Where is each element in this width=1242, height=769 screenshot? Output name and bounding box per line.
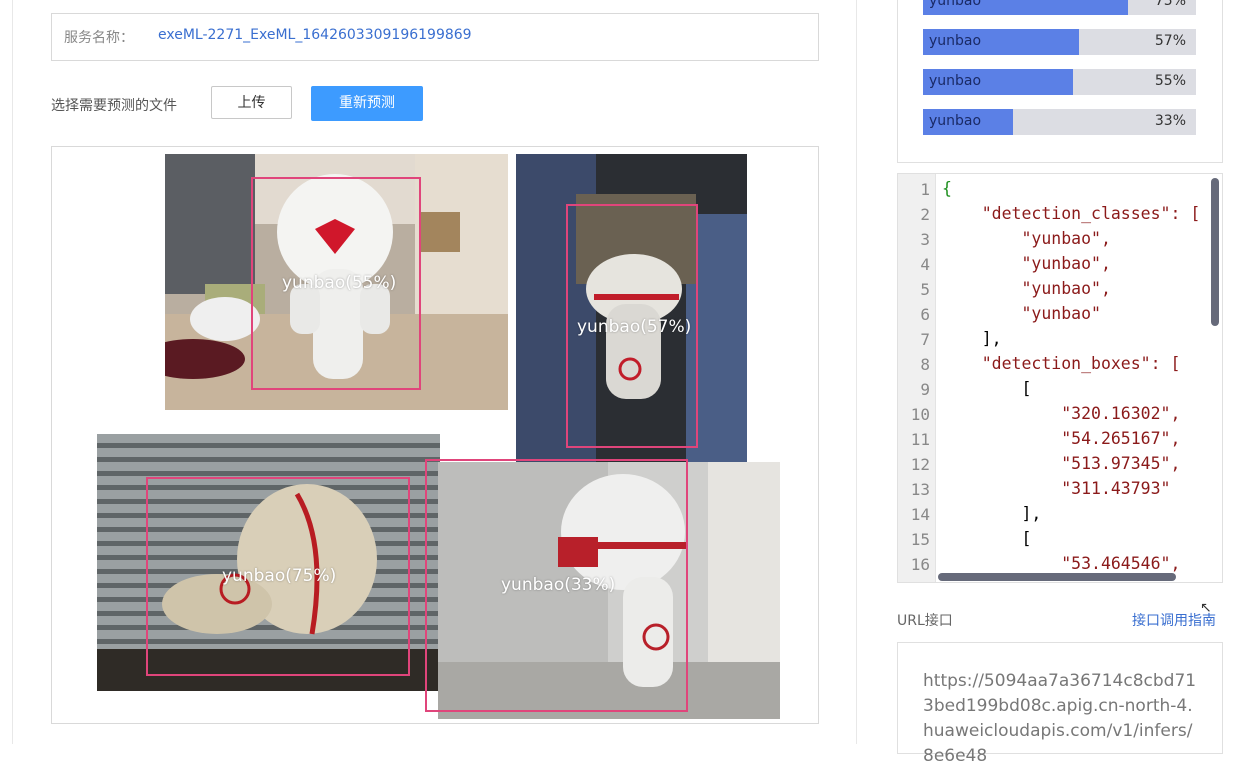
code-line: [ <box>942 379 1032 398</box>
confidence-bar-percent: 33% <box>1154 113 1186 129</box>
bbox-label-window: yunbao(75%) <box>222 566 337 586</box>
confidence-bar: yunbao 75% <box>923 0 1196 15</box>
line-number: 5 <box>920 280 930 299</box>
code-line: "detection_boxes": [ <box>942 354 1181 373</box>
bbox-label-office: yunbao(55%) <box>282 273 397 293</box>
code-line: { <box>942 179 952 198</box>
line-number-gutter: 1 2 3 4 5 6 7 8 9 10 11 12 13 14 15 16 <box>898 174 936 582</box>
confidence-bar-name: yunbao <box>929 113 982 129</box>
code-line: ], <box>942 329 1002 348</box>
repredict-button[interactable]: 重新预测 <box>311 86 423 121</box>
confidence-bar-name: yunbao <box>929 0 982 9</box>
line-number: 6 <box>920 305 930 324</box>
bbox-label-wall: yunbao(33%) <box>501 575 616 595</box>
confidence-bar-name: yunbao <box>929 33 982 49</box>
url-interface-label: URL接口 <box>897 613 953 629</box>
line-number: 9 <box>920 380 930 399</box>
bbox-label-car: yunbao(57%) <box>577 317 692 337</box>
prediction-image-area: yunbao(55%) yunbao(57%) yunbao(75%) yunb… <box>51 146 819 724</box>
confidence-bar: yunbao 57% <box>923 29 1196 55</box>
line-number: 12 <box>910 455 930 474</box>
line-number: 1 <box>920 180 930 199</box>
line-number: 3 <box>920 230 930 249</box>
horizontal-scrollbar[interactable] <box>938 573 1176 581</box>
confidence-bar: yunbao 33% <box>923 109 1196 135</box>
code-line: "320.16302", <box>942 404 1181 423</box>
line-number: 8 <box>920 355 930 374</box>
confidence-bars-card: yunbao 75% yunbao 57% yunbao 55% yunbao … <box>897 0 1223 163</box>
line-number: 2 <box>920 205 930 224</box>
code-line: "513.97345", <box>942 454 1181 473</box>
line-number: 4 <box>920 255 930 274</box>
code-line: "53.464546", <box>942 554 1181 573</box>
code-line: "311.43793" <box>942 479 1171 498</box>
code-line: "yunbao" <box>942 304 1101 323</box>
line-number: 16 <box>910 555 930 574</box>
confidence-bar-percent: 57% <box>1154 33 1186 49</box>
line-number: 10 <box>910 405 930 424</box>
confidence-bar: yunbao 55% <box>923 69 1196 95</box>
json-result-viewer[interactable]: 1 2 3 4 5 6 7 8 9 10 11 12 13 14 15 16 {… <box>897 173 1223 583</box>
upload-button[interactable]: 上传 <box>211 86 292 119</box>
code-line: "54.265167", <box>942 429 1181 448</box>
line-number: 11 <box>910 430 930 449</box>
line-number: 15 <box>910 530 930 549</box>
confidence-bar-name: yunbao <box>929 73 982 89</box>
api-url-text[interactable]: https://5094aa7a36714c8cbd713bed199bd08c… <box>923 669 1203 769</box>
code-line: "yunbao", <box>942 229 1111 248</box>
line-number: 7 <box>920 330 930 349</box>
url-box: https://5094aa7a36714c8cbd713bed199bd08c… <box>897 642 1223 766</box>
line-number: 14 <box>910 505 930 524</box>
confidence-bar-percent: 55% <box>1154 73 1186 89</box>
code-line: "yunbao", <box>942 254 1111 273</box>
code-line: "yunbao", <box>942 279 1111 298</box>
choose-file-label: 选择需要预测的文件 <box>51 98 177 114</box>
left-border <box>12 0 13 744</box>
panel-divider <box>856 0 857 744</box>
code-line: [ <box>942 529 1032 548</box>
code-line: "detection_classes": [ <box>942 204 1201 223</box>
confidence-bar-percent: 75% <box>1154 0 1186 9</box>
code-line: ], <box>942 504 1042 523</box>
vertical-scrollbar[interactable] <box>1211 178 1219 326</box>
service-name-label: 服务名称： <box>64 30 134 46</box>
line-number: 13 <box>910 480 930 499</box>
mouse-cursor-icon: ↖ <box>1200 600 1212 616</box>
service-name-value: exeML-2271_ExeML_1642603309196199869 <box>158 27 472 43</box>
